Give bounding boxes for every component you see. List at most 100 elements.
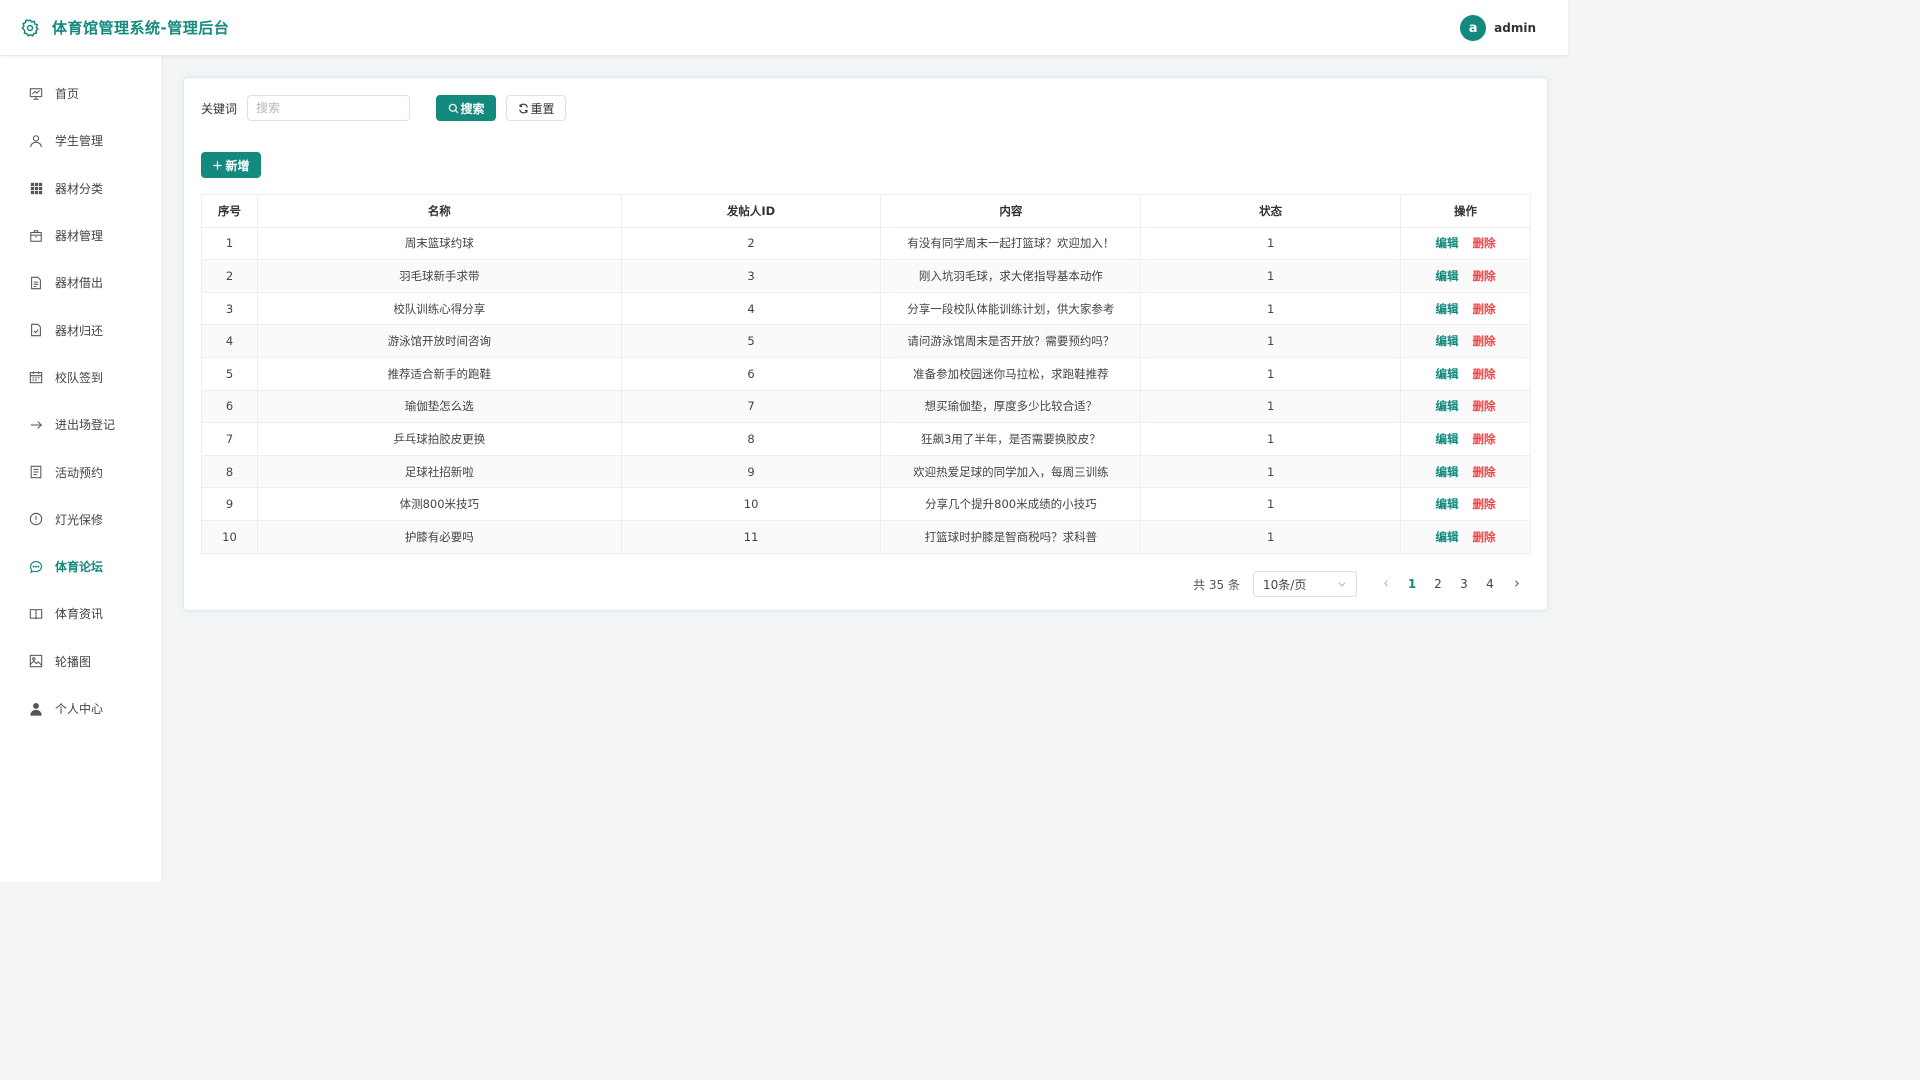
delete-button[interactable]: 删除 [1473,236,1496,250]
plus-icon [213,160,223,170]
add-button[interactable]: 新增 [201,152,261,178]
prev-page-button[interactable] [1373,577,1399,591]
cell-index: 5 [201,356,258,391]
sidebar-item-light-repair[interactable]: 灯光保修 [0,496,162,543]
sidebar-item-carousel[interactable]: 轮播图 [0,638,162,685]
table-row: 4 游泳馆开放时间咨询 5 请问游泳馆周末是否开放？需要预约吗？ 1 编辑 删除 [201,324,1531,358]
cell-name: 羽毛球新手求带 [256,259,622,293]
table-row: 6 瑜伽垫怎么选 7 想买瑜伽垫，厚度多少比较合适？ 1 编辑 删除 [201,389,1531,424]
delete-button[interactable]: 删除 [1473,530,1496,544]
cell-actions: 编辑 删除 [1400,226,1531,261]
sidebar-item-label: 个人中心 [55,702,104,716]
sidebar-item-team-checkin[interactable]: 校队签到 [0,354,162,401]
page-number-button[interactable]: 1 [1399,577,1425,591]
total-count: 共 35 条 [1193,577,1240,592]
info-circle-icon [28,511,44,527]
forum-table: 序号 名称 发帖人ID 内容 状态 操作 1 周末篮球约球 2 有没有同学周末一起打篮… [201,194,1531,554]
sidebar-item-label: 进出场登记 [55,418,116,433]
page-number-button[interactable]: 3 [1451,577,1477,591]
avatar[interactable]: a [1460,15,1487,41]
search-button-label: 搜索 [460,101,485,116]
delete-button[interactable]: 删除 [1473,269,1496,283]
sidebar-item-entry-registration[interactable]: 进出场登记 [0,401,162,448]
sidebar-item-equipment[interactable]: 器材管理 [0,212,162,259]
table-row: 10 护膝有必要吗 11 打篮球时护膝是智商税吗？求科普 1 编辑 删除 [201,519,1531,554]
next-page-button[interactable] [1503,577,1529,591]
cell-name: 乒乓球拍胶皮更换 [256,422,622,456]
sidebar-item-home[interactable]: 首页 [0,70,162,117]
edit-button[interactable]: 编辑 [1436,269,1459,283]
edit-button[interactable]: 编辑 [1436,432,1459,446]
refresh-icon [518,103,528,113]
edit-button[interactable]: 编辑 [1436,302,1459,316]
chevron-down-icon [1338,582,1346,587]
page-number-button[interactable]: 4 [1477,577,1503,591]
cell-index: 8 [201,454,258,489]
column-header-index: 序号 [201,194,258,228]
edit-button[interactable]: 编辑 [1436,465,1459,479]
table-row: 5 推荐适合新手的跑鞋 6 准备参加校园迷你马拉松，求跑鞋推荐 1 编辑 删除 [201,356,1531,391]
sidebar-item-activity-booking[interactable]: 活动预约 [0,448,162,495]
cell-actions: 编辑 删除 [1400,487,1531,521]
sidebar-item-label: 首页 [55,87,80,102]
sidebar-item-label: 器材借出 [55,276,104,291]
cell-index: 1 [201,226,258,261]
cell-actions: 编辑 删除 [1400,519,1531,554]
grid-icon [28,180,44,196]
edit-button[interactable]: 编辑 [1436,497,1459,511]
user-menu[interactable]: a admin [1460,15,1536,41]
table-row: 8 足球社招新啦 9 欢迎热爱足球的同学加入，每周三训练 1 编辑 删除 [201,454,1531,489]
book-icon [28,606,44,622]
search-bar: 关键词 搜索 重置 [201,95,567,121]
cell-index: 9 [201,487,258,521]
cell-index: 2 [201,259,258,293]
chevron-right-icon [1514,580,1519,587]
sidebar-item-sports-news[interactable]: 体育资讯 [0,590,162,637]
cell-name: 推荐适合新手的跑鞋 [256,356,622,391]
cell-content: 有没有同学周末一起打篮球？欢迎加入！ [880,226,1142,261]
cell-actions: 编辑 删除 [1400,389,1531,424]
cell-status: 1 [1140,356,1402,391]
cell-index: 7 [201,422,258,456]
cell-content: 分享一段校队体能训练计划，供大家参考 [880,291,1142,326]
sidebar-item-equipment-return[interactable]: 器材归还 [0,306,162,353]
sidebar-item-profile[interactable]: 个人中心 [0,685,162,732]
cell-actions: 编辑 删除 [1400,356,1531,391]
search-input[interactable] [247,95,411,121]
username[interactable]: admin [1494,21,1536,35]
delete-button[interactable]: 删除 [1473,432,1496,446]
delete-button[interactable]: 删除 [1473,399,1496,413]
sidebar-item-label: 校队签到 [55,370,104,385]
edit-button[interactable]: 编辑 [1436,236,1459,250]
reset-button[interactable]: 重置 [506,95,567,121]
cell-actions: 编辑 删除 [1400,259,1531,293]
page-number-button[interactable]: 2 [1425,577,1451,591]
edit-button[interactable]: 编辑 [1436,399,1459,413]
sidebar-item-sports-forum[interactable]: 体育论坛 [0,543,162,590]
cell-poster-id: 4 [620,291,882,326]
delete-button[interactable]: 删除 [1473,302,1496,316]
edit-button[interactable]: 编辑 [1436,530,1459,544]
delete-button[interactable]: 删除 [1473,497,1496,511]
cell-name: 周末篮球约球 [256,226,622,261]
edit-button[interactable]: 编辑 [1436,367,1459,381]
sidebar-item-equipment-category[interactable]: 器材分类 [0,165,162,212]
sidebar-item-label: 学生管理 [55,134,104,149]
sidebar-item-students[interactable]: 学生管理 [0,117,162,164]
search-button[interactable]: 搜索 [436,95,497,121]
cell-content: 想买瑜伽垫，厚度多少比较合适？ [880,389,1142,424]
table-row: 9 体测800米技巧 10 分享几个提升800米成绩的小技巧 1 编辑 删除 [201,487,1531,521]
delete-button[interactable]: 删除 [1473,465,1496,479]
edit-button[interactable]: 编辑 [1436,334,1459,348]
cell-status: 1 [1140,422,1402,456]
page-size-select[interactable]: 10条/页 [1253,571,1357,597]
box-icon [28,228,44,244]
table-header-row: 序号 名称 发帖人ID 内容 状态 操作 [201,194,1531,228]
cell-index: 3 [201,291,258,326]
user-icon [28,133,44,149]
delete-button[interactable]: 删除 [1473,367,1496,381]
sidebar-item-equipment-lend[interactable]: 器材借出 [0,259,162,306]
cell-status: 1 [1140,324,1402,358]
delete-button[interactable]: 删除 [1473,334,1496,348]
cell-content: 欢迎热爱足球的同学加入，每周三训练 [880,454,1142,489]
